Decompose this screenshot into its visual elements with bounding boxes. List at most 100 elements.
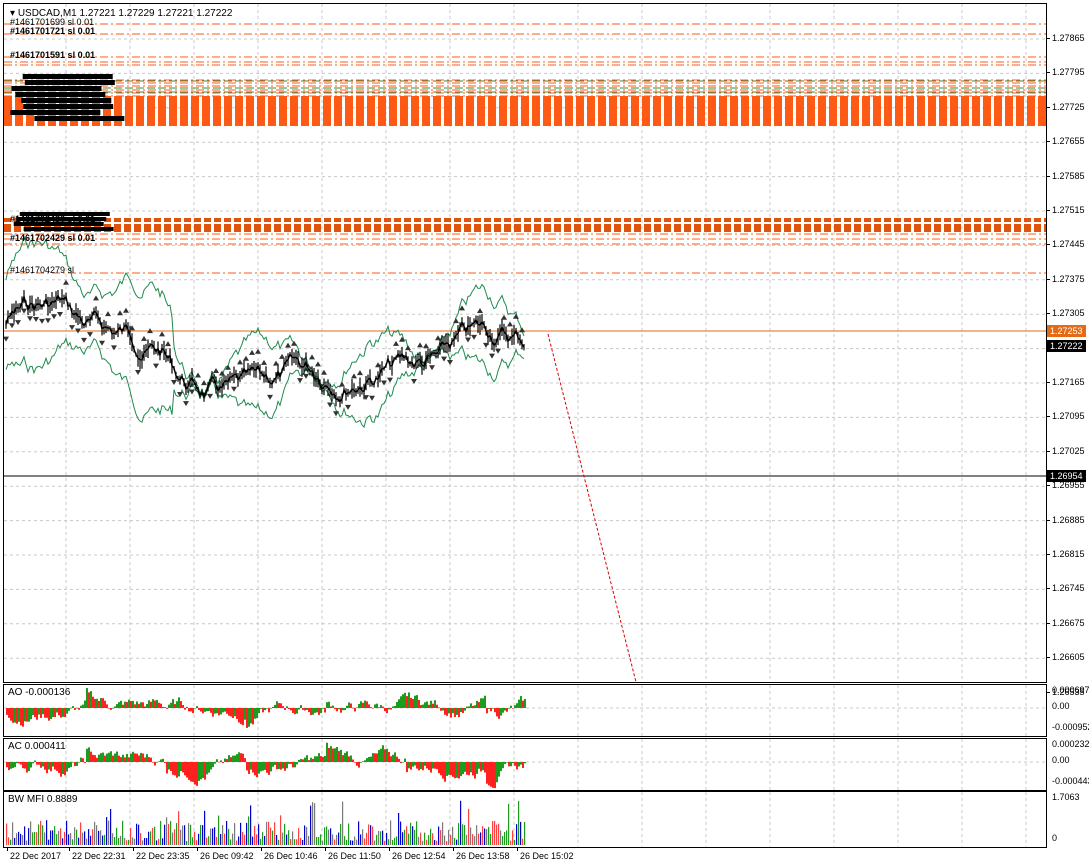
mfi-histogram-bar xyxy=(364,838,366,845)
mfi-histogram-bar xyxy=(318,837,320,845)
order-cluster-bar xyxy=(604,218,611,222)
horizontal-line-price-label: 1.26954 xyxy=(1047,470,1086,482)
ao-histogram-bar xyxy=(474,705,476,708)
mfi-histogram-bar xyxy=(446,840,448,845)
ac-histogram-bar xyxy=(386,748,388,762)
ao-histogram-bar xyxy=(260,708,262,709)
order-cluster-bar xyxy=(964,224,971,228)
ac-histogram-bar xyxy=(182,762,184,773)
mfi-histogram-bar xyxy=(204,810,206,845)
order-cluster-bar xyxy=(894,218,901,222)
order-label[interactable]: #1461701591 sl 0.01 xyxy=(10,50,95,60)
order-cluster-bar xyxy=(554,218,561,222)
ac-histogram-bar xyxy=(98,754,100,762)
order-label[interactable]: #1461702429 sl 0.01 xyxy=(10,233,95,243)
ao-histogram-bar xyxy=(438,707,440,709)
order-cluster-bar xyxy=(257,96,265,126)
ao-histogram-bar xyxy=(392,706,394,708)
ac-indicator-pane[interactable]: AC 0.000411 xyxy=(3,738,1047,791)
order-cluster-bar xyxy=(434,224,441,228)
order-cluster-bar xyxy=(324,224,331,228)
ac-histogram-bar xyxy=(106,753,108,762)
order-cluster-bar xyxy=(544,224,551,228)
mfi-histogram-bar xyxy=(354,836,356,845)
ac-histogram-bar xyxy=(288,762,290,764)
order-cluster-bar xyxy=(304,218,311,222)
main-chart-pane[interactable]: ▾ USDCAD,M1 1.27221 1.27229 1.27221 1.27… xyxy=(3,3,1047,683)
mfi-histogram-bar xyxy=(34,831,36,845)
time-tick-mark xyxy=(197,848,198,851)
order-label[interactable]: #1461701721 sl 0.01 xyxy=(10,26,95,36)
mfi-histogram-bar xyxy=(454,837,456,845)
ao-histogram-bar xyxy=(112,708,114,709)
time-tick-label: 26 Dec 12:54 xyxy=(392,851,446,861)
time-tick-mark xyxy=(261,848,262,851)
ao-histogram-bar xyxy=(26,708,28,722)
order-cluster-bar xyxy=(764,228,771,232)
ao-histogram-bar xyxy=(96,698,98,708)
trend-line xyxy=(547,333,637,682)
order-cluster-bar xyxy=(474,224,481,228)
ac-histogram-bar xyxy=(470,762,472,773)
ao-histogram-bar xyxy=(120,700,122,708)
time-tick-label: 26 Dec 10:46 xyxy=(264,851,318,861)
mfi-histogram-bar xyxy=(400,821,402,845)
current-price-label: 1.27222 xyxy=(1047,340,1086,352)
order-cluster-bar xyxy=(14,228,21,232)
mfi-histogram-bar xyxy=(430,828,432,845)
ao-histogram-bar xyxy=(310,708,312,716)
mfi-histogram-bar xyxy=(114,837,116,845)
price-tick-mark xyxy=(1046,657,1050,659)
order-cluster-bar xyxy=(684,228,691,232)
fractal-arrow xyxy=(207,393,213,399)
order-cluster-bar xyxy=(324,218,331,222)
order-cluster-bar xyxy=(704,218,711,222)
mfi-histogram-bar xyxy=(436,840,438,845)
order-cluster-bar xyxy=(264,224,271,228)
order-label[interactable]: #1461704279 sl xyxy=(10,265,74,275)
bw-mfi-indicator-pane[interactable]: BW MFI 0.8889 xyxy=(3,791,1047,848)
mfi-histogram-bar xyxy=(298,828,300,845)
ao-indicator-pane[interactable]: AO -0.000136 xyxy=(3,684,1047,737)
ao-histogram-bar xyxy=(370,707,372,708)
fractal-arrow xyxy=(345,404,351,410)
ao-histogram-bar xyxy=(312,708,314,715)
ao-histogram-bar xyxy=(288,708,290,710)
mfi-histogram-bar xyxy=(218,815,220,845)
ac-histogram-bar xyxy=(114,753,116,762)
order-label[interactable]: #1461702436 sl 0.01 xyxy=(10,214,95,224)
price-axis[interactable]: 1.27865 1.27795 1.27725 1.27655 1.27585 1.275… xyxy=(1046,3,1089,697)
order-cluster-bar xyxy=(224,228,231,232)
ac-histogram-bar xyxy=(428,762,430,770)
order-cluster-bar xyxy=(1004,218,1011,222)
order-cluster-bar xyxy=(414,218,421,222)
mfi-histogram-bar xyxy=(48,839,50,845)
mfi-histogram-bar xyxy=(372,826,374,845)
ac-histogram-bar xyxy=(354,762,356,763)
order-cluster-bar xyxy=(864,224,871,228)
mfi-histogram-bar xyxy=(518,800,520,845)
ao-histogram-bar xyxy=(48,708,50,721)
order-cluster-bar xyxy=(1014,228,1021,232)
ac-histogram-bar xyxy=(486,762,488,784)
price-tick-label: 1.27165 xyxy=(1052,377,1085,387)
mfi-histogram-bar xyxy=(208,836,210,845)
ao-histogram-bar xyxy=(132,700,134,708)
time-axis[interactable]: 22 Dec 2017 22 Dec 22:31 22 Dec 23:35 26 De… xyxy=(0,848,1089,866)
ao-histogram-bar xyxy=(130,701,132,708)
order-cluster-bar xyxy=(674,218,681,222)
ao-histogram-bar xyxy=(248,708,250,727)
ac-histogram-bar xyxy=(46,762,48,774)
mfi-histogram-bar xyxy=(170,821,172,845)
order-cluster-bar xyxy=(874,218,881,222)
order-cluster-bar xyxy=(854,224,861,228)
mfi-histogram-bar xyxy=(274,822,276,845)
order-cluster-bar xyxy=(754,228,761,232)
mfi-histogram-bar xyxy=(46,820,48,845)
ao-histogram-bar xyxy=(114,706,116,708)
ao-histogram-bar xyxy=(376,703,378,708)
mfi-histogram-bar xyxy=(314,803,316,845)
ac-histogram-bar xyxy=(190,762,192,782)
ac-histogram-bar xyxy=(66,762,68,772)
ac-histogram-bar xyxy=(192,762,194,782)
